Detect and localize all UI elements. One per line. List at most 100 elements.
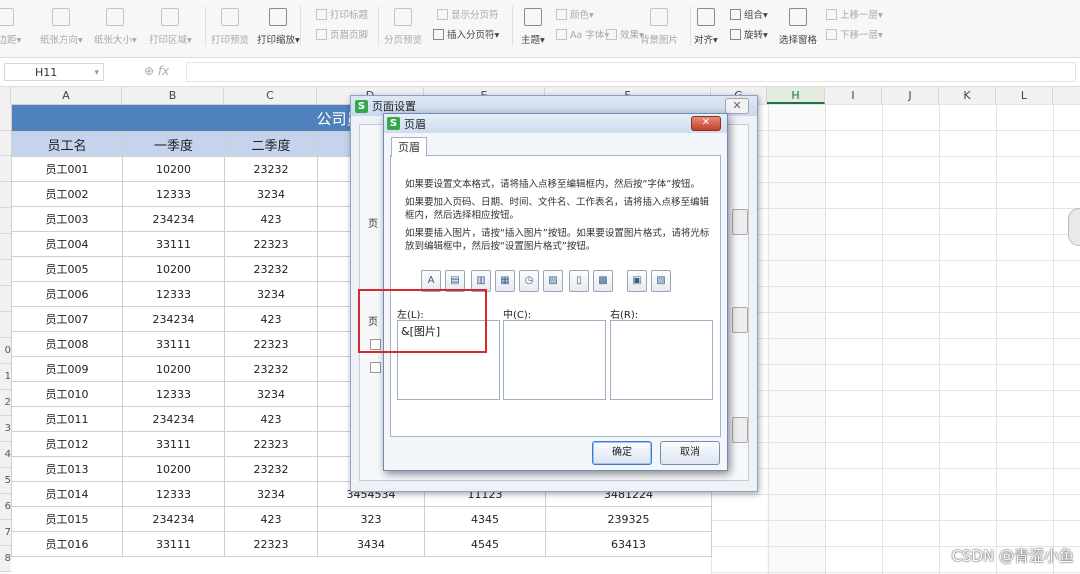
ribbon-small-button[interactable]: 页眉页脚 xyxy=(316,26,368,42)
ribbon-small-button[interactable]: 插入分页符▾ xyxy=(433,26,499,42)
page-setup-side-button[interactable] xyxy=(732,307,748,333)
column-title-cell[interactable]: 员工名 xyxy=(11,131,123,157)
table-cell[interactable]: 员工014 xyxy=(11,481,123,507)
table-cell[interactable]: 12333 xyxy=(122,481,225,507)
table-cell[interactable]: 234234 xyxy=(122,206,225,232)
row-header[interactable]: 1 xyxy=(0,364,11,390)
table-cell[interactable]: 33111 xyxy=(122,431,225,457)
sheet-name-icon[interactable]: ▩ xyxy=(593,270,613,292)
ribbon-button[interactable]: 页边距▾ xyxy=(0,2,21,46)
column-title-cell[interactable]: 一季度 xyxy=(122,131,225,157)
table-cell[interactable]: 234234 xyxy=(122,306,225,332)
table-cell[interactable]: 员工005 xyxy=(11,256,123,282)
table-cell[interactable]: 10200 xyxy=(122,356,225,382)
column-title-cell[interactable]: 二季度 xyxy=(224,131,318,157)
ribbon-button[interactable]: 纸张方向▾ xyxy=(40,2,83,46)
table-cell[interactable]: 239325 xyxy=(545,506,712,532)
table-cell[interactable]: 33111 xyxy=(122,231,225,257)
name-box[interactable]: H11 xyxy=(4,63,104,82)
format-picture-icon[interactable]: ▧ xyxy=(651,270,671,292)
row-header[interactable]: 5 xyxy=(0,468,11,494)
page-setup-side-button[interactable] xyxy=(732,209,748,235)
row-header[interactable]: 8 xyxy=(0,546,11,572)
row-header[interactable]: 3 xyxy=(0,416,11,442)
table-cell[interactable]: 员工003 xyxy=(11,206,123,232)
table-cell[interactable]: 234234 xyxy=(122,406,225,432)
table-cell[interactable]: 员工004 xyxy=(11,231,123,257)
insert-picture-icon[interactable]: ▣ xyxy=(627,270,647,292)
table-cell[interactable]: 员工008 xyxy=(11,331,123,357)
row-header[interactable]: 2 xyxy=(0,390,11,416)
formula-input[interactable] xyxy=(186,62,1076,82)
ribbon-small-button[interactable]: 显示分页符 xyxy=(437,6,499,22)
ribbon-button[interactable]: 打印区域▾ xyxy=(149,2,192,46)
table-cell[interactable]: 12333 xyxy=(122,381,225,407)
ribbon-button[interactable]: 打印缩放▾ xyxy=(257,2,300,46)
ribbon-button[interactable]: 打印预览 xyxy=(211,2,249,46)
ribbon-small-button[interactable]: 组合▾ xyxy=(730,6,768,22)
table-cell[interactable]: 23232 xyxy=(224,456,318,482)
right-section-editor[interactable] xyxy=(610,320,713,400)
header-dialog-close-button[interactable]: ✕ xyxy=(691,116,721,131)
ribbon-button[interactable]: 背景图片 xyxy=(640,2,678,46)
page-setup-close-button[interactable]: ✕ xyxy=(725,98,749,114)
table-cell[interactable]: 员工007 xyxy=(11,306,123,332)
table-cell[interactable]: 22323 xyxy=(224,531,318,557)
column-header[interactable]: L xyxy=(996,87,1053,104)
table-cell[interactable]: 员工010 xyxy=(11,381,123,407)
table-cell[interactable]: 员工002 xyxy=(11,181,123,207)
row-header[interactable] xyxy=(0,208,11,234)
table-cell[interactable]: 23232 xyxy=(224,356,318,382)
file-path-icon[interactable]: ▨ xyxy=(543,270,563,292)
table-cell[interactable]: 员工012 xyxy=(11,431,123,457)
ribbon-button[interactable]: 对齐▾ xyxy=(694,2,718,46)
time-icon[interactable]: ◷ xyxy=(519,270,539,292)
ribbon-small-button[interactable]: 效果▾ xyxy=(606,26,644,42)
row-header[interactable] xyxy=(0,234,11,260)
row-header[interactable] xyxy=(0,156,11,182)
table-cell[interactable]: 234234 xyxy=(122,506,225,532)
ribbon-button[interactable]: 选择窗格 xyxy=(779,2,817,46)
row-header[interactable]: 0 xyxy=(0,338,11,364)
page-setup-side-button[interactable] xyxy=(732,417,748,443)
table-cell[interactable]: 员工006 xyxy=(11,281,123,307)
select-all-corner[interactable] xyxy=(0,87,11,104)
page-setup-checkbox[interactable] xyxy=(370,362,381,373)
table-cell[interactable]: 4345 xyxy=(424,506,546,532)
table-cell[interactable]: 员工009 xyxy=(11,356,123,382)
cancel-button[interactable]: 取消 xyxy=(660,441,720,465)
table-cell[interactable]: 423 xyxy=(224,306,318,332)
table-cell[interactable]: 423 xyxy=(224,406,318,432)
row-header[interactable] xyxy=(0,182,11,208)
row-header[interactable] xyxy=(0,260,11,286)
table-cell[interactable]: 员工001 xyxy=(11,156,123,182)
column-header[interactable]: C xyxy=(224,87,317,104)
table-cell[interactable]: 3234 xyxy=(224,381,318,407)
row-header[interactable]: 7 xyxy=(0,520,11,546)
table-cell[interactable]: 23232 xyxy=(224,156,318,182)
ribbon-small-button[interactable]: 下移一层▾ xyxy=(826,26,883,42)
table-cell[interactable]: 3234 xyxy=(224,181,318,207)
scroll-handle[interactable] xyxy=(1068,208,1080,246)
table-cell[interactable]: 4545 xyxy=(424,531,546,557)
table-cell[interactable]: 33111 xyxy=(122,331,225,357)
column-header[interactable]: I xyxy=(825,87,882,104)
file-name-icon[interactable]: ▯ xyxy=(569,270,589,292)
column-header[interactable]: K xyxy=(939,87,996,104)
table-cell[interactable]: 员工013 xyxy=(11,456,123,482)
row-header[interactable] xyxy=(0,104,11,131)
table-cell[interactable]: 33111 xyxy=(122,531,225,557)
ok-button[interactable]: 确定 xyxy=(592,441,652,465)
table-cell[interactable]: 423 xyxy=(224,206,318,232)
table-cell[interactable]: 22323 xyxy=(224,331,318,357)
table-cell[interactable]: 3234 xyxy=(224,481,318,507)
table-cell[interactable]: 423 xyxy=(224,506,318,532)
table-cell[interactable]: 10200 xyxy=(122,256,225,282)
row-header[interactable]: 4 xyxy=(0,442,11,468)
table-cell[interactable]: 10200 xyxy=(122,156,225,182)
ribbon-small-button[interactable]: 颜色▾ xyxy=(556,6,594,22)
table-cell[interactable]: 63413 xyxy=(545,531,712,557)
table-cell[interactable]: 员工011 xyxy=(11,406,123,432)
table-cell[interactable]: 12333 xyxy=(122,181,225,207)
table-cell[interactable]: 12333 xyxy=(122,281,225,307)
